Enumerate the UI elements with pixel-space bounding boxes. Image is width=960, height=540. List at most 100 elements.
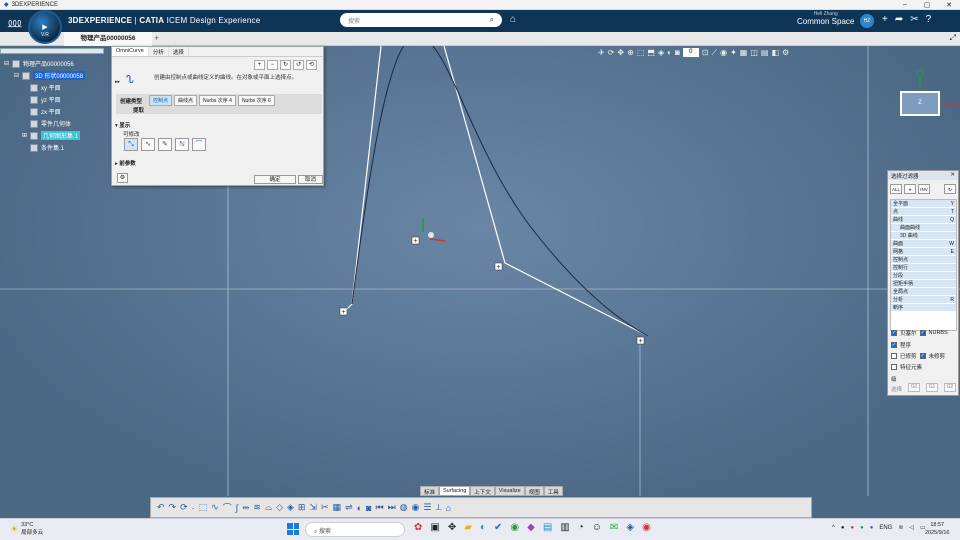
add-icon[interactable]: + xyxy=(882,14,888,25)
match-icon[interactable]: ⇌ xyxy=(345,502,353,513)
section-tab[interactable]: 工具 xyxy=(543,486,563,496)
reset-icon[interactable]: ⟲ xyxy=(306,60,317,70)
new-tab-icon[interactable]: + xyxy=(154,33,159,43)
control-polygon[interactable] xyxy=(343,46,382,313)
tree-item-zx[interactable]: zx 平面 xyxy=(30,107,61,116)
search-icon[interactable]: ⌕ xyxy=(490,15,494,25)
edit-curve-icon[interactable]: ✎ xyxy=(158,138,172,151)
copilot-icon[interactable]: ✿ xyxy=(414,522,422,533)
measure-icon[interactable]: ⟂ xyxy=(436,502,442,513)
check-trimmed[interactable]: 已修剪 ✓ 未修剪 xyxy=(891,352,945,360)
catia-icon[interactable]: ◈ xyxy=(626,522,634,533)
tools-icon[interactable]: ✂ xyxy=(910,14,918,25)
light-icon[interactable]: ✦ xyxy=(730,48,737,57)
cancel-button[interactable]: 取消 xyxy=(298,175,323,184)
undo-icon[interactable]: ↶ xyxy=(157,502,165,513)
material-icon[interactable]: ◉ xyxy=(412,502,420,513)
close-button[interactable]: ✕ xyxy=(938,1,960,9)
type-nurbs-6[interactable]: Nurbs 次序 6 xyxy=(237,95,275,106)
tray-app3-icon[interactable]: ● xyxy=(860,525,864,531)
avatar[interactable]: HZ xyxy=(860,14,874,28)
filter-item[interactable]: 曲面 W xyxy=(891,240,956,248)
type-curve-points[interactable]: 曲线点 xyxy=(174,95,198,106)
explorer-icon[interactable]: ▰ xyxy=(464,522,472,533)
stack-icon[interactable]: ☰ xyxy=(423,502,431,513)
tree-item-conditions[interactable]: 条件集.1 xyxy=(30,143,64,152)
filter-item[interactable]: 点T xyxy=(891,208,956,216)
control-point[interactable]: + xyxy=(411,236,420,245)
view-cube[interactable]: Z xyxy=(900,91,940,116)
user-space[interactable]: Heli Zhang Common Space xyxy=(797,11,854,26)
start-icon[interactable] xyxy=(287,523,299,535)
render-icon[interactable]: ◐ xyxy=(667,48,672,57)
fillet-icon[interactable]: ⌓ xyxy=(265,502,272,513)
grid-icon[interactable]: ▦ xyxy=(333,502,342,513)
zoom-icon[interactable]: ⊕ xyxy=(627,48,634,57)
chat-icon[interactable]: ◔ xyxy=(578,522,584,533)
select-icon[interactable]: ⬚ xyxy=(199,502,208,513)
filter-item[interactable]: 全平面 Y xyxy=(891,200,956,208)
capture-icon[interactable]: ◙ xyxy=(675,48,680,57)
taskbar-search-input[interactable]: ⌕ 搜索 xyxy=(305,522,405,537)
edge-icon[interactable]: ◐ xyxy=(480,522,486,533)
volume-icon[interactable]: ◁ xyxy=(909,524,914,531)
section-icon[interactable]: ◧ xyxy=(771,48,779,57)
chrome-icon[interactable]: ◉ xyxy=(510,522,519,533)
tray-app-icon[interactable]: ● xyxy=(841,525,845,531)
vscode-icon[interactable]: ✔ xyxy=(494,522,502,533)
fly-icon[interactable]: ✈ xyxy=(598,48,605,57)
ds-logo-icon[interactable]: ⅏ xyxy=(8,13,21,31)
compass-icon[interactable]: ▶ V.R xyxy=(28,10,62,44)
control-point[interactable]: + xyxy=(339,307,348,316)
tab-product[interactable]: 物理产品00000056 xyxy=(64,32,152,46)
undo-icon[interactable]: ↺ xyxy=(293,60,304,70)
type-control-points[interactable]: 控制点 xyxy=(149,95,173,106)
share-icon[interactable]: ➦ xyxy=(895,14,903,25)
nurbs-icon[interactable]: ℕ xyxy=(175,138,189,151)
point-icon[interactable]: · xyxy=(192,503,195,513)
filter-item[interactable]: 断序 xyxy=(891,304,956,312)
filter-item[interactable]: 控制行 xyxy=(891,264,956,272)
tray-app2-icon[interactable]: ● xyxy=(850,525,854,531)
maximize-icon[interactable]: ⤢ xyxy=(950,33,956,43)
check-bezier[interactable]: ✓ 贝塞尔 ✓ NURBS xyxy=(891,329,948,337)
qq-icon[interactable]: ☺ xyxy=(592,522,602,533)
net-icon[interactable]: ⊞ xyxy=(298,502,306,513)
wifi-icon[interactable]: ≋ xyxy=(898,524,903,531)
analysis-icon[interactable]: ⌒ xyxy=(192,138,206,151)
filter-item[interactable]: 曲线 Q xyxy=(891,216,956,224)
maximize-button[interactable]: ▢ xyxy=(916,1,938,9)
tree-item-xy[interactable]: xy 平面 xyxy=(30,83,61,92)
filter-all-button[interactable]: ALL xyxy=(890,184,902,194)
camera-icon[interactable]: ◙ xyxy=(366,503,371,513)
spline-icon[interactable]: ∫ xyxy=(236,503,238,513)
control-points-icon[interactable]: ⤡ xyxy=(124,138,138,151)
tray-app4-icon[interactable]: ● xyxy=(870,525,874,531)
section-tab[interactable]: 视图 xyxy=(524,486,544,496)
filter-item[interactable]: 全局点 xyxy=(891,288,956,296)
home-icon[interactable]: ⌂ xyxy=(446,503,451,513)
trim-icon[interactable]: ✂ xyxy=(321,502,329,513)
section-tab[interactable]: 上下文 xyxy=(470,486,495,496)
tree-item-geoset[interactable]: ⊞ 几何图形集.1 xyxy=(22,131,81,140)
filter-item[interactable]: 3D 曲线 xyxy=(891,232,956,240)
expand-icon[interactable]: ▸▸ xyxy=(115,79,120,85)
omnicurve-tool-icon[interactable]: ∿ xyxy=(211,502,219,513)
ruler-icon[interactable]: ⟋ xyxy=(711,48,717,58)
display-section[interactable]: ▾ 显示 xyxy=(115,121,130,129)
tab-analysis[interactable]: 分析 xyxy=(149,47,169,56)
curve-tool-icon[interactable]: ⌒ xyxy=(223,501,232,514)
patch-icon[interactable]: ◈ xyxy=(287,502,294,513)
add-icon[interactable]: + xyxy=(254,60,265,70)
filter-item[interactable]: 分段 xyxy=(891,272,956,280)
value-field[interactable]: 0 xyxy=(682,48,699,57)
wechat-icon[interactable]: ✉ xyxy=(610,522,618,533)
settings-icon[interactable]: ⚙ xyxy=(117,173,128,183)
g0-button[interactable]: G0 xyxy=(908,383,920,392)
cursor-manipulator-icon[interactable] xyxy=(422,218,446,242)
split-icon[interactable]: ◫ xyxy=(750,48,758,57)
chevron-up-icon[interactable]: ^ xyxy=(832,525,835,531)
check-feature[interactable]: 特征元素 xyxy=(891,363,922,371)
tree-item-body[interactable]: 零件几何体 xyxy=(30,119,71,128)
analysis-icon[interactable]: ◐ xyxy=(357,503,362,513)
